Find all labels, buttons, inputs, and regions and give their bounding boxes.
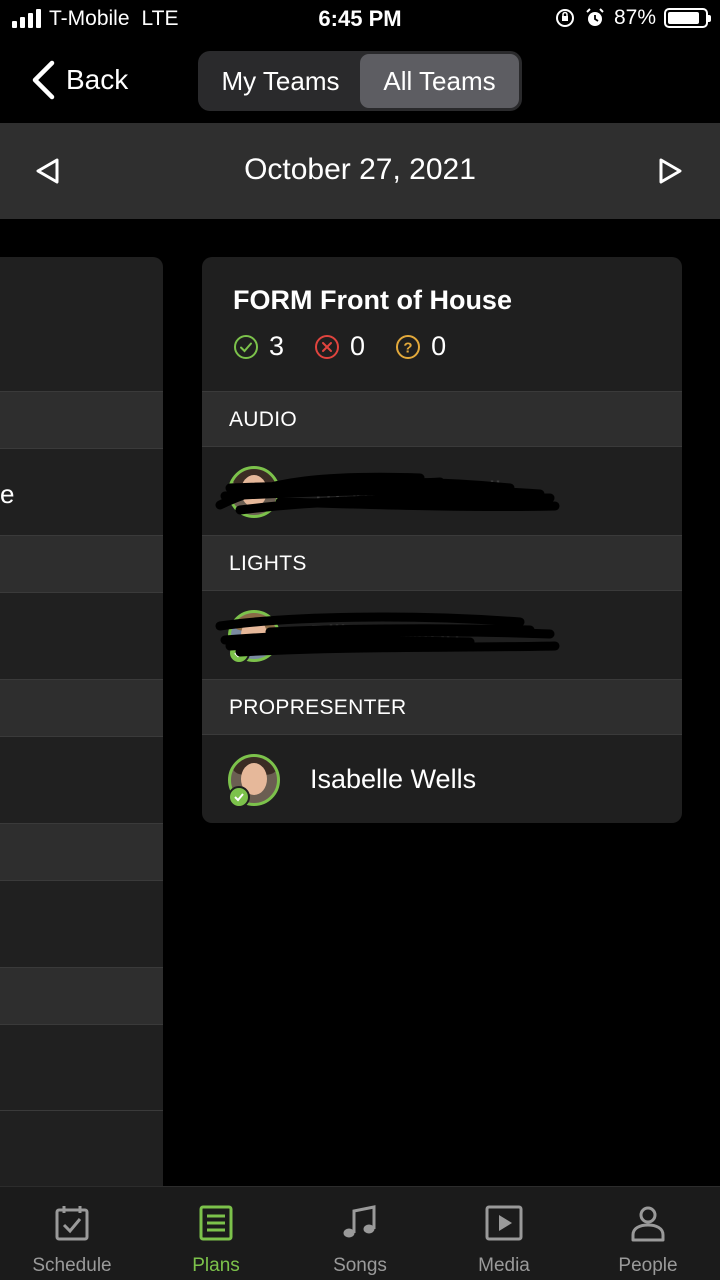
tab-plans[interactable]: Plans — [144, 1187, 288, 1280]
tab-label: Schedule — [32, 1255, 112, 1276]
section-header — [0, 535, 163, 592]
confirmed-stat: 3 — [233, 331, 284, 362]
confirmed-badge-icon — [228, 786, 250, 808]
chevron-left-icon — [32, 60, 55, 100]
team-member-row[interactable]: Ellie Newton — [202, 592, 682, 680]
segment-my-teams[interactable]: My Teams — [201, 54, 360, 108]
back-label: Back — [66, 64, 129, 95]
list-item — [0, 736, 163, 824]
previous-team-card[interactable]: e — [0, 257, 163, 1187]
tab-label: Plans — [192, 1255, 240, 1276]
question-circle-icon: ? — [396, 334, 421, 359]
list-icon — [199, 1205, 233, 1241]
battery-fill — [668, 12, 700, 24]
tab-schedule[interactable]: Schedule — [0, 1187, 144, 1280]
svg-text:?: ? — [403, 339, 412, 356]
calendar-check-icon — [55, 1206, 89, 1241]
nav-bar: Back My Teams All Teams — [0, 40, 720, 122]
status-bar: T-Mobile LTE 6:45 PM 87% — [0, 0, 720, 40]
tab-bar: Schedule Plans Songs Media People — [0, 1186, 720, 1280]
section-header — [0, 967, 163, 1024]
team-member-row[interactable]: Trevin Glidewell — [202, 448, 682, 536]
confirmed-count: 3 — [269, 331, 285, 361]
section-header — [0, 391, 163, 448]
team-title: FORM Front of House — [233, 285, 512, 315]
list-item — [0, 1024, 163, 1112]
section-title: PROPRESENTER — [229, 696, 407, 719]
back-button[interactable]: Back — [30, 60, 128, 100]
unconfirmed-count: 0 — [431, 331, 447, 361]
section-header-audio: AUDIO — [202, 391, 682, 447]
redaction-scribble — [215, 472, 560, 515]
unconfirmed-stat: ? 0 — [395, 331, 446, 362]
person-icon — [631, 1206, 665, 1242]
rotation-lock-icon — [555, 9, 574, 27]
team-card[interactable]: FORM Front of House 3 0 ? 0 AUDIO Trevin… — [202, 257, 682, 823]
team-filter-segmented-control: My Teams All Teams — [198, 51, 522, 111]
tab-label: Songs — [333, 1255, 387, 1276]
tab-songs[interactable]: Songs — [288, 1187, 432, 1280]
x-circle-icon — [315, 334, 340, 359]
tab-media[interactable]: Media — [432, 1187, 576, 1280]
tab-people[interactable]: People — [576, 1187, 720, 1280]
alarm-icon — [586, 8, 604, 26]
status-right: 87% — [554, 6, 711, 30]
partial-name: e — [0, 479, 15, 509]
redaction-scribble — [215, 612, 560, 657]
section-header-propresenter: PROPRESENTER — [202, 679, 682, 735]
declined-stat: 0 — [314, 331, 365, 362]
music-note-icon — [343, 1205, 376, 1238]
list-item — [0, 1110, 163, 1187]
section-header — [0, 823, 163, 880]
battery-icon — [664, 8, 711, 28]
section-title: LIGHTS — [229, 552, 307, 575]
declined-count: 0 — [350, 331, 366, 361]
battery-percent: 87% — [613, 6, 656, 29]
list-item — [0, 880, 163, 968]
section-title: AUDIO — [229, 408, 298, 431]
date-label: October 27, 2021 — [244, 153, 476, 186]
tab-label: People — [618, 1255, 678, 1276]
section-header-lights: LIGHTS — [202, 535, 682, 591]
next-date-button[interactable] — [658, 157, 684, 185]
member-name: Isabelle Wells — [310, 764, 477, 794]
check-circle-icon — [234, 334, 258, 359]
team-member-row[interactable]: Isabelle Wells — [202, 736, 682, 823]
play-icon — [485, 1205, 523, 1241]
list-item — [0, 592, 163, 680]
tab-label: Media — [478, 1255, 530, 1276]
segment-all-teams[interactable]: All Teams — [360, 54, 519, 108]
section-header — [0, 679, 163, 736]
list-item — [0, 448, 163, 536]
team-stats: 3 0 ? 0 — [233, 331, 446, 362]
date-navigator: October 27, 2021 — [0, 123, 720, 219]
